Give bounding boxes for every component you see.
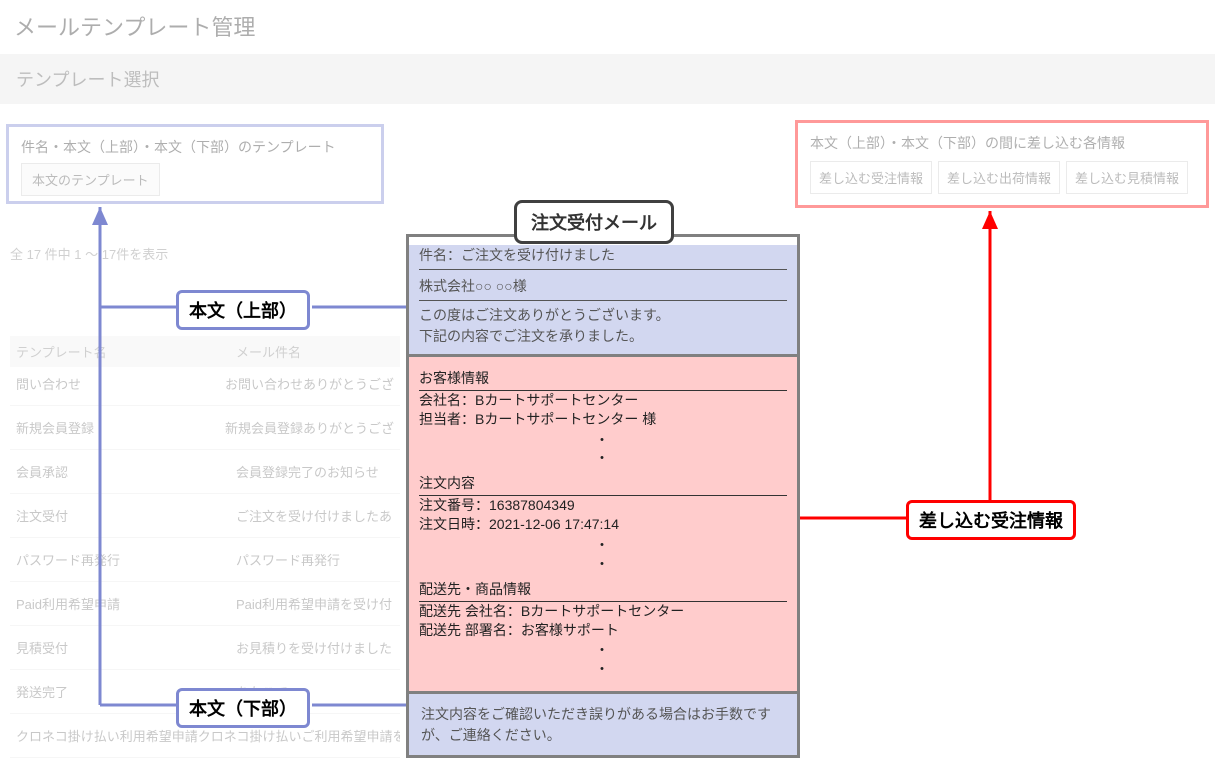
upper-body-tag: 本文（上部） xyxy=(176,290,310,330)
mail-title-tag: 注文受付メール xyxy=(514,200,674,244)
connector-red xyxy=(0,0,1215,760)
insert-order-tag: 差し込む受注情報 xyxy=(906,500,1076,540)
lower-body-tag: 本文（下部） xyxy=(176,688,310,728)
